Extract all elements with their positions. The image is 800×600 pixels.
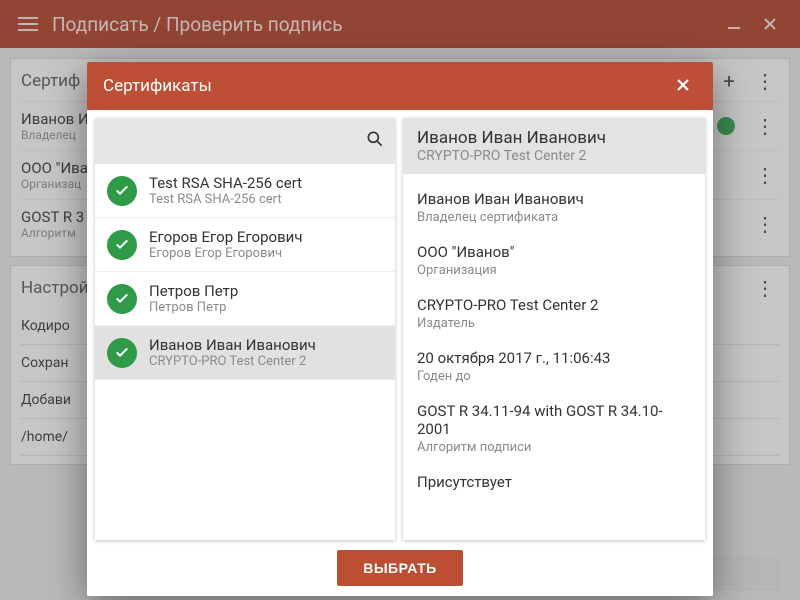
detail-label: Годен до: [417, 369, 691, 384]
cert-item-title: Иванов Иван Иванович: [149, 336, 316, 354]
detail-row: 20 октября 2017 г., 11:06:43 Годен до: [417, 339, 691, 392]
detail-value: 20 октября 2017 г., 11:06:43: [417, 349, 691, 367]
cert-item-sub: Петров Петр: [149, 300, 238, 315]
detail-header: Иванов Иван Иванович CRYPTO-PRO Test Cen…: [403, 118, 705, 174]
detail-value: Присутствует: [417, 473, 691, 491]
dialog-header: Сертификаты: [87, 62, 713, 110]
detail-value: CRYPTO-PRO Test Center 2: [417, 296, 691, 314]
detail-row: CRYPTO-PRO Test Center 2 Издатель: [417, 286, 691, 339]
detail-name: Иванов Иван Иванович: [417, 128, 691, 148]
certificate-list: Test RSA SHA-256 certTest RSA SHA-256 ce…: [95, 164, 395, 380]
certificate-detail-panel: Иванов Иван Иванович CRYPTO-PRO Test Cen…: [403, 118, 705, 540]
select-button[interactable]: ВЫБРАТЬ: [337, 550, 463, 586]
certificate-item[interactable]: Петров ПетрПетров Петр: [95, 272, 395, 326]
certificate-item[interactable]: Егоров Егор ЕгоровичЕгоров Егор Егорович: [95, 218, 395, 272]
search-icon[interactable]: [365, 129, 385, 153]
search-input[interactable]: [105, 133, 365, 149]
cert-item-sub: Егоров Егор Егорович: [149, 246, 303, 261]
detail-row: GOST R 34.11-94 with GOST R 34.10-2001 Ал…: [417, 392, 691, 463]
search-bar: [95, 118, 395, 164]
check-icon: [107, 284, 137, 314]
cert-item-title: Test RSA SHA-256 cert: [149, 174, 302, 192]
certificates-dialog: Сертификаты Test RSA SHA-256 certTest RS…: [87, 62, 713, 596]
cert-item-sub: Test RSA SHA-256 cert: [149, 192, 302, 207]
certificate-list-panel: Test RSA SHA-256 certTest RSA SHA-256 ce…: [95, 118, 395, 540]
detail-row: ООО "Иванов" Организация: [417, 233, 691, 286]
detail-row: Иванов Иван Иванович Владелец сертификата: [417, 180, 691, 233]
cert-item-title: Петров Петр: [149, 282, 238, 300]
app-window: Подписать / Проверить подпись Сертиф + ⋮…: [0, 0, 800, 600]
detail-label: Владелец сертификата: [417, 210, 691, 225]
detail-label: Организация: [417, 263, 691, 278]
dialog-title: Сертификаты: [103, 76, 669, 96]
cert-item-sub: CRYPTO-PRO Test Center 2: [149, 354, 316, 369]
detail-value: GOST R 34.11-94 with GOST R 34.10-2001: [417, 402, 691, 438]
check-icon: [107, 176, 137, 206]
detail-label: Издатель: [417, 316, 691, 331]
detail-value: ООО "Иванов": [417, 243, 691, 261]
detail-value: Иванов Иван Иванович: [417, 190, 691, 208]
dialog-footer: ВЫБРАТЬ: [87, 540, 713, 596]
certificate-item[interactable]: Test RSA SHA-256 certTest RSA SHA-256 ce…: [95, 164, 395, 218]
detail-row: Присутствует: [417, 463, 691, 499]
cert-item-title: Егоров Егор Егорович: [149, 228, 303, 246]
close-icon: [675, 77, 691, 93]
check-icon: [107, 230, 137, 260]
dialog-close-button[interactable]: [669, 74, 697, 98]
detail-issuer: CRYPTO-PRO Test Center 2: [417, 148, 691, 164]
detail-label: Алгоритм подписи: [417, 440, 691, 455]
detail-body[interactable]: Иванов Иван Иванович Владелец сертификата…: [403, 174, 705, 540]
modal-overlay: Сертификаты Test RSA SHA-256 certTest RS…: [0, 0, 800, 600]
certificate-item[interactable]: Иванов Иван ИвановичCRYPTO-PRO Test Cent…: [95, 326, 395, 380]
check-icon: [107, 338, 137, 368]
